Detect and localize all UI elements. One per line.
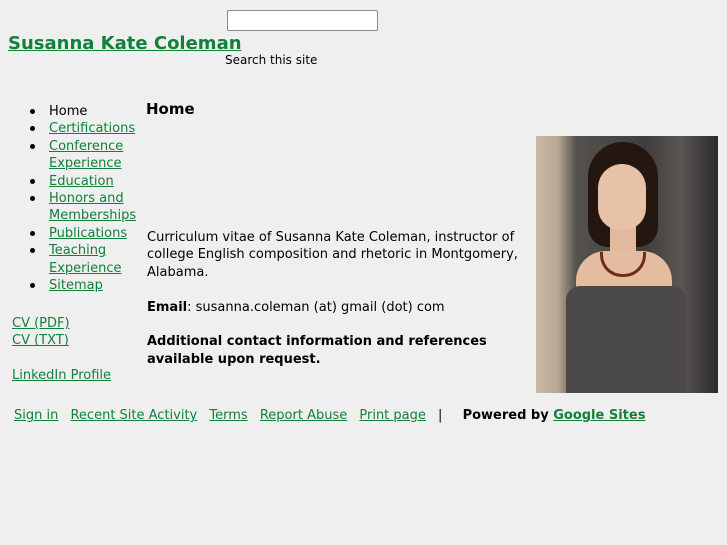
sidebar-item-education: Education [27,173,127,190]
photo-face [598,164,646,230]
google-sites-link[interactable]: Google Sites [553,408,645,423]
cv-txt-link[interactable]: CV (TXT) [12,333,69,348]
search-label: Search this site [225,53,318,67]
sidebar-item-certifications: Certifications [27,120,135,137]
contact-note-text: Additional contact information and refer… [147,334,487,367]
sidebar-link-teaching-experience[interactable]: Teaching Experience [49,243,122,275]
site-footer: Sign in Recent Site Activity Terms Repor… [14,408,653,423]
profile-photo [536,136,718,393]
sidebar-item-teaching-experience: Teaching Experience [27,242,127,277]
powered-by-label: Powered by [462,408,549,423]
sidebar-item-label: Home [49,104,88,119]
sidebar-extra-links: CV (PDF) CV (TXT) LinkedIn Profile [12,315,111,385]
sidebar-item-honors: Honors and Memberships [27,190,136,225]
recent-site-activity-link[interactable]: Recent Site Activity [70,408,197,423]
sidebar-nav: Home Certifications Conference Experienc… [27,103,136,294]
photo-dress [566,286,686,393]
page-title: Home [146,100,195,118]
cv-pdf-link[interactable]: CV (PDF) [12,316,70,331]
print-page-link[interactable]: Print page [359,408,426,423]
search-input[interactable] [227,10,378,31]
sign-in-link[interactable]: Sign in [14,408,58,423]
email-label: Email [147,299,188,315]
sidebar-link-sitemap[interactable]: Sitemap [49,278,103,293]
report-abuse-link[interactable]: Report Abuse [260,408,347,423]
footer-separator: | [438,408,443,423]
contact-note: Additional contact information and refer… [147,333,537,368]
sidebar-item-home: Home [27,103,127,120]
sidebar-item-publications: Publications [27,225,127,242]
email-value: : susanna.coleman (at) gmail (dot) com [187,299,445,315]
sidebar-link-conference-experience[interactable]: Conference Experience [49,139,123,171]
sidebar-item-sitemap: Sitemap [27,277,127,294]
sidebar-link-certifications[interactable]: Certifications [49,121,135,136]
sidebar-link-publications[interactable]: Publications [49,226,127,241]
terms-link[interactable]: Terms [209,408,247,423]
main-content: Curriculum vitae of Susanna Kate Coleman… [147,229,537,386]
powered-by-text: Powered by Google Sites [463,408,654,423]
linkedin-profile-link[interactable]: LinkedIn Profile [12,368,111,383]
sidebar-item-conference-experience: Conference Experience [27,138,127,173]
sidebar-link-honors-and-memberships[interactable]: Honors and Memberships [49,191,136,223]
site-title-link[interactable]: Susanna Kate Coleman [8,33,242,54]
email-line: Email: susanna.coleman (at) gmail (dot) … [147,299,537,316]
sidebar-link-education[interactable]: Education [49,174,114,189]
intro-text: Curriculum vitae of Susanna Kate Coleman… [147,230,518,280]
